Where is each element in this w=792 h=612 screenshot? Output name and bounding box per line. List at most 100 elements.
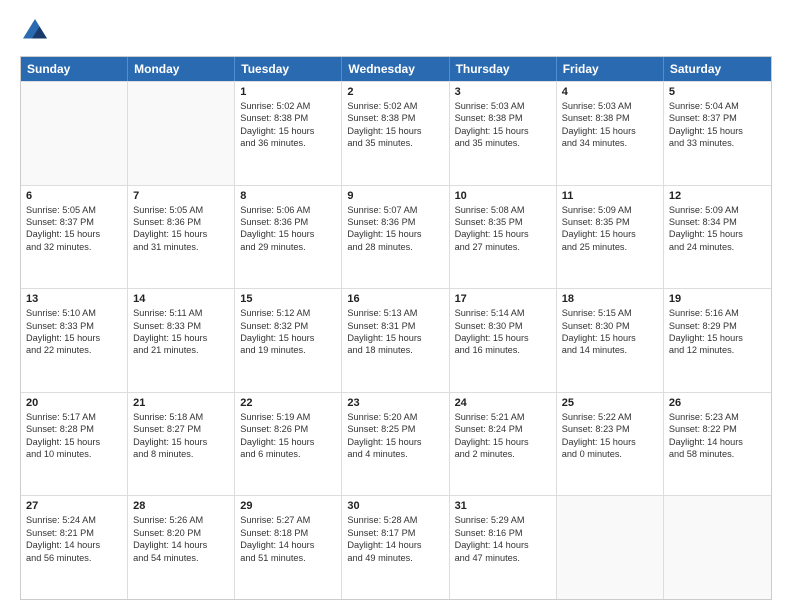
day-number: 22 (240, 397, 336, 409)
cell-detail: Sunset: 8:17 PM (347, 527, 443, 539)
day-cell-20: 20 Sunrise: 5:17 AMSunset: 8:28 PMDayligh… (21, 393, 128, 496)
cell-detail: Daylight: 15 hours (347, 125, 443, 137)
cell-detail: Sunset: 8:38 PM (455, 112, 551, 124)
cell-detail: Sunrise: 5:15 AM (562, 307, 658, 319)
cell-detail: Sunrise: 5:19 AM (240, 411, 336, 423)
day-number: 17 (455, 293, 551, 305)
day-number: 24 (455, 397, 551, 409)
weekday-header-saturday: Saturday (664, 57, 771, 81)
cell-detail: and 58 minutes. (669, 448, 766, 460)
cell-detail: Daylight: 15 hours (26, 228, 122, 240)
cell-detail: Sunrise: 5:09 AM (669, 204, 766, 216)
cell-detail: and 35 minutes. (455, 137, 551, 149)
cell-detail: Daylight: 15 hours (240, 125, 336, 137)
cell-detail: and 36 minutes. (240, 137, 336, 149)
day-number: 21 (133, 397, 229, 409)
day-cell-26: 26Sunrise: 5:23 AMSunset: 8:22 PMDayligh… (664, 393, 771, 496)
cell-detail: Sunrise: 5:29 AM (455, 514, 551, 526)
day-cell-12: 12Sunrise: 5:09 AMSunset: 8:34 PMDayligh… (664, 186, 771, 289)
cell-detail: Sunset: 8:38 PM (562, 112, 658, 124)
cell-detail: Sunset: 8:25 PM (347, 423, 443, 435)
cell-detail: Sunrise: 5:09 AM (562, 204, 658, 216)
day-number: 20 (26, 397, 122, 409)
day-cell-2: 2Sunrise: 5:02 AMSunset: 8:38 PMDaylight… (342, 82, 449, 185)
day-cell-31: 31Sunrise: 5:29 AMSunset: 8:16 PMDayligh… (450, 496, 557, 599)
cell-detail: and 28 minutes. (347, 241, 443, 253)
cell-detail: Daylight: 15 hours (26, 436, 122, 448)
cell-detail: Daylight: 15 hours (240, 332, 336, 344)
cell-detail: Sunrise: 5:17 AM (26, 411, 122, 423)
cell-detail: Sunrise: 5:18 AM (133, 411, 229, 423)
cell-detail: and 10 minutes. (26, 448, 122, 460)
cell-detail: Sunset: 8:36 PM (133, 216, 229, 228)
cell-detail: and 0 minutes. (562, 448, 658, 460)
logo-icon (20, 16, 50, 46)
day-cell-21: 21Sunrise: 5:18 AMSunset: 8:27 PMDayligh… (128, 393, 235, 496)
cell-detail: and 22 minutes. (26, 344, 122, 356)
empty-cell-r4c6 (664, 496, 771, 599)
cell-detail: Sunrise: 5:16 AM (669, 307, 766, 319)
cell-detail: and 29 minutes. (240, 241, 336, 253)
cell-detail: Sunset: 8:36 PM (240, 216, 336, 228)
weekday-header-thursday: Thursday (450, 57, 557, 81)
cell-detail: Daylight: 15 hours (455, 436, 551, 448)
cell-detail: Daylight: 14 hours (133, 539, 229, 551)
cell-detail: Daylight: 15 hours (240, 228, 336, 240)
day-cell-29: 29Sunrise: 5:27 AMSunset: 8:18 PMDayligh… (235, 496, 342, 599)
cell-detail: and 2 minutes. (455, 448, 551, 460)
day-number: 10 (455, 190, 551, 202)
cell-detail: Sunset: 8:34 PM (669, 216, 766, 228)
day-cell-16: 16Sunrise: 5:13 AMSunset: 8:31 PMDayligh… (342, 289, 449, 392)
cell-detail: Sunrise: 5:05 AM (133, 204, 229, 216)
cell-detail: Sunset: 8:38 PM (240, 112, 336, 124)
empty-cell-r4c5 (557, 496, 664, 599)
cell-detail: and 14 minutes. (562, 344, 658, 356)
day-number: 16 (347, 293, 443, 305)
calendar-body: 1Sunrise: 5:02 AMSunset: 8:38 PMDaylight… (21, 81, 771, 599)
day-number: 11 (562, 190, 658, 202)
page: SundayMondayTuesdayWednesdayThursdayFrid… (0, 0, 792, 612)
cell-detail: and 27 minutes. (455, 241, 551, 253)
logo (20, 16, 54, 46)
cell-detail: Sunset: 8:35 PM (562, 216, 658, 228)
day-number: 23 (347, 397, 443, 409)
calendar-row-5: 27Sunrise: 5:24 AMSunset: 8:21 PMDayligh… (21, 495, 771, 599)
cell-detail: and 35 minutes. (347, 137, 443, 149)
cell-detail: Sunrise: 5:11 AM (133, 307, 229, 319)
calendar-row-2: 6Sunrise: 5:05 AMSunset: 8:37 PMDaylight… (21, 185, 771, 289)
header (20, 16, 772, 46)
calendar-row-1: 1Sunrise: 5:02 AMSunset: 8:38 PMDaylight… (21, 81, 771, 185)
cell-detail: Sunrise: 5:13 AM (347, 307, 443, 319)
cell-detail: Sunset: 8:27 PM (133, 423, 229, 435)
weekday-header-tuesday: Tuesday (235, 57, 342, 81)
day-cell-18: 18Sunrise: 5:15 AMSunset: 8:30 PMDayligh… (557, 289, 664, 392)
day-number: 26 (669, 397, 766, 409)
day-cell-5: 5Sunrise: 5:04 AMSunset: 8:37 PMDaylight… (664, 82, 771, 185)
day-number: 1 (240, 86, 336, 98)
cell-detail: and 12 minutes. (669, 344, 766, 356)
day-cell-3: 3Sunrise: 5:03 AMSunset: 8:38 PMDaylight… (450, 82, 557, 185)
cell-detail: Sunset: 8:33 PM (26, 320, 122, 332)
cell-detail: Daylight: 15 hours (347, 436, 443, 448)
empty-cell-r0c1 (128, 82, 235, 185)
cell-detail: and 24 minutes. (669, 241, 766, 253)
weekday-header-sunday: Sunday (21, 57, 128, 81)
day-cell-22: 22Sunrise: 5:19 AMSunset: 8:26 PMDayligh… (235, 393, 342, 496)
day-number: 27 (26, 500, 122, 512)
cell-detail: Daylight: 15 hours (347, 228, 443, 240)
day-number: 4 (562, 86, 658, 98)
cell-detail: Sunset: 8:18 PM (240, 527, 336, 539)
cell-detail: and 4 minutes. (347, 448, 443, 460)
day-cell-27: 27Sunrise: 5:24 AMSunset: 8:21 PMDayligh… (21, 496, 128, 599)
day-number: 9 (347, 190, 443, 202)
day-number: 31 (455, 500, 551, 512)
cell-detail: and 51 minutes. (240, 552, 336, 564)
cell-detail: Sunrise: 5:08 AM (455, 204, 551, 216)
cell-detail: Sunset: 8:28 PM (26, 423, 122, 435)
cell-detail: Sunrise: 5:03 AM (455, 100, 551, 112)
cell-detail: Sunrise: 5:20 AM (347, 411, 443, 423)
day-cell-6: 6Sunrise: 5:05 AMSunset: 8:37 PMDaylight… (21, 186, 128, 289)
cell-detail: Daylight: 15 hours (347, 332, 443, 344)
cell-detail: Sunset: 8:26 PM (240, 423, 336, 435)
day-number: 6 (26, 190, 122, 202)
